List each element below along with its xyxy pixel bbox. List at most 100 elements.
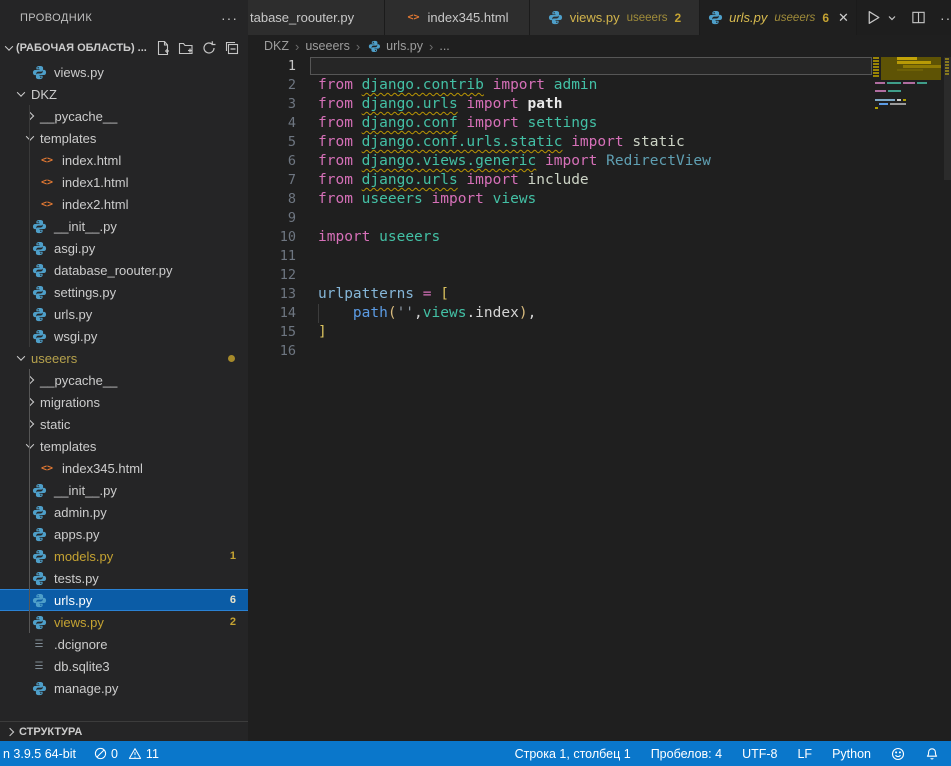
- tree-item-__init__.py[interactable]: __init__.py: [0, 479, 248, 501]
- tree-item-settings.py[interactable]: settings.py: [0, 281, 248, 303]
- code-text: urlpatterns = [: [318, 286, 449, 302]
- minimap[interactable]: [873, 57, 944, 257]
- refresh-button[interactable]: [201, 40, 217, 56]
- split-editor-button[interactable]: [911, 10, 926, 25]
- tree-item-useeers[interactable]: useeers: [0, 347, 248, 369]
- code-line-8[interactable]: 8from useeers import views: [248, 190, 951, 209]
- breadcrumb-item-DKZ[interactable]: DKZ: [264, 39, 289, 53]
- workspace-section-header[interactable]: (РАБОЧАЯ ОБЛАСТЬ) ...: [0, 35, 248, 61]
- new-file-button[interactable]: [155, 40, 171, 56]
- breadcrumb-item-useeers[interactable]: useeers: [305, 39, 349, 53]
- minimap-mark: [873, 75, 879, 77]
- code-editor[interactable]: 12from django.contrib import admin3from …: [248, 57, 951, 741]
- indent-guide-active: [29, 369, 30, 633]
- tree-item-asgi.py[interactable]: asgi.py: [0, 237, 248, 259]
- tree-item-label: __pycache__: [40, 373, 117, 388]
- minimap-mark: [897, 57, 917, 60]
- indentation-status[interactable]: Пробелов: 4: [651, 747, 722, 761]
- html-icon: <>: [39, 152, 55, 168]
- tree-item-db.sqlite3[interactable]: ☰db.sqlite3: [0, 655, 248, 677]
- tree-item-migrations[interactable]: migrations: [0, 391, 248, 413]
- code-line-16[interactable]: 16: [248, 342, 951, 361]
- feedback-icon[interactable]: [891, 747, 905, 761]
- line-number: 3: [248, 95, 296, 114]
- code-line-13[interactable]: 13urlpatterns = [: [248, 285, 951, 304]
- eol-status[interactable]: LF: [797, 747, 812, 761]
- code-text: from useeers import views: [318, 191, 536, 207]
- cursor-position-status[interactable]: Строка 1, столбец 1: [515, 747, 631, 761]
- minimap-mark: [875, 82, 885, 84]
- code-line-6[interactable]: 6from django.views.generic import Redire…: [248, 152, 951, 171]
- line-number: 16: [248, 342, 296, 361]
- tree-item-__pycache__[interactable]: __pycache__: [0, 369, 248, 391]
- code-line-4[interactable]: 4from django.conf import settings: [248, 114, 951, 133]
- tabs: tabase_roouter.py<>index345.htmlviews.py…: [248, 0, 857, 35]
- tree-item-templates[interactable]: templates: [0, 435, 248, 457]
- tree-item-urls.py[interactable]: urls.py: [0, 303, 248, 325]
- code-line-15[interactable]: 15]: [248, 323, 951, 342]
- code-line-3[interactable]: 3from django.urls import path: [248, 95, 951, 114]
- code-line-9[interactable]: 9: [248, 209, 951, 228]
- code-line-7[interactable]: 7from django.urls import include: [248, 171, 951, 190]
- tree-item-admin.py[interactable]: admin.py: [0, 501, 248, 523]
- minimap-mark: [903, 99, 906, 101]
- tab-views.py[interactable]: views.pyuseeers2: [530, 0, 700, 35]
- tree-item-label: wsgi.py: [54, 329, 97, 344]
- python-interpreter-status[interactable]: n 3.9.5 64-bit: [3, 747, 76, 761]
- vertical-scrollbar[interactable]: [944, 57, 951, 180]
- code-line-1[interactable]: 1: [248, 57, 951, 76]
- code-line-2[interactable]: 2from django.contrib import admin: [248, 76, 951, 95]
- notifications-bell-icon[interactable]: [925, 747, 939, 761]
- tab-problems-badge: 2: [675, 11, 682, 25]
- code-line-12[interactable]: 12: [248, 266, 951, 285]
- code-line-14[interactable]: 14 path('',views.index),: [248, 304, 951, 323]
- breadcrumb-item-...[interactable]: ...: [439, 39, 449, 53]
- vscode-window: ПРОВОДНИК ··· (РАБОЧАЯ ОБЛАСТЬ) ... view…: [0, 0, 951, 766]
- tree-item-views.py[interactable]: views.py: [0, 61, 248, 83]
- problems-status[interactable]: 0 11: [94, 747, 159, 761]
- tree-item-index2.html[interactable]: <>index2.html: [0, 193, 248, 215]
- explorer-more-actions-button[interactable]: ···: [221, 10, 238, 26]
- tree-item-__pycache__[interactable]: __pycache__: [0, 105, 248, 127]
- tree-item-__init__.py[interactable]: __init__.py: [0, 215, 248, 237]
- breadcrumb: DKZ›useeers›urls.py›...: [248, 35, 951, 57]
- tree-item-index.html[interactable]: <>index.html: [0, 149, 248, 171]
- code-line-5[interactable]: 5from django.conf.urls.static import sta…: [248, 133, 951, 152]
- run-button[interactable]: [865, 9, 897, 26]
- tree-item-static[interactable]: static: [0, 413, 248, 435]
- tree-item-manage.py[interactable]: manage.py: [0, 677, 248, 699]
- tab-tabase_roouter.py[interactable]: tabase_roouter.py: [248, 0, 385, 35]
- tree-item-wsgi.py[interactable]: wsgi.py: [0, 325, 248, 347]
- collapse-all-button[interactable]: [224, 40, 240, 56]
- tree-item-database_roouter.py[interactable]: database_roouter.py: [0, 259, 248, 281]
- tree-item-index1.html[interactable]: <>index1.html: [0, 171, 248, 193]
- code-line-10[interactable]: 10import useeers: [248, 228, 951, 247]
- chevron-right-icon: [26, 376, 34, 384]
- tab-urls.py[interactable]: urls.pyuseeers6✕: [700, 0, 857, 35]
- new-folder-button[interactable]: [178, 40, 194, 56]
- tab-label: index345.html: [428, 10, 509, 25]
- tree-item-urls.py[interactable]: urls.py6: [0, 589, 248, 611]
- html-icon: <>: [39, 196, 55, 212]
- chevron-right-icon: [26, 398, 34, 406]
- tree-item-templates[interactable]: templates: [0, 127, 248, 149]
- minimap-mark: [879, 103, 888, 105]
- outline-section-header[interactable]: СТРУКТУРА: [0, 721, 248, 741]
- tree-item-index345.html[interactable]: <>index345.html: [0, 457, 248, 479]
- close-icon[interactable]: ✕: [838, 10, 849, 26]
- tree-item-views.py[interactable]: views.py2: [0, 611, 248, 633]
- tree-item-tests.py[interactable]: tests.py: [0, 567, 248, 589]
- encoding-status[interactable]: UTF-8: [742, 747, 777, 761]
- minimap-mark: [903, 65, 941, 68]
- breadcrumb-item-urls.py[interactable]: urls.py: [366, 38, 423, 54]
- more-actions-button[interactable]: ···: [940, 10, 951, 26]
- language-mode-status[interactable]: Python: [832, 747, 871, 761]
- tree-item-apps.py[interactable]: apps.py: [0, 523, 248, 545]
- tree-item-models.py[interactable]: models.py1: [0, 545, 248, 567]
- code-line-11[interactable]: 11: [248, 247, 951, 266]
- tab-index345.html[interactable]: <>index345.html: [385, 0, 530, 35]
- tree-item-.dcignore[interactable]: ☰.dcignore: [0, 633, 248, 655]
- tree-item-DKZ[interactable]: DKZ: [0, 83, 248, 105]
- status-right: Строка 1, столбец 1 Пробелов: 4 UTF-8 LF…: [515, 747, 951, 761]
- tab-description: useeers: [774, 12, 815, 24]
